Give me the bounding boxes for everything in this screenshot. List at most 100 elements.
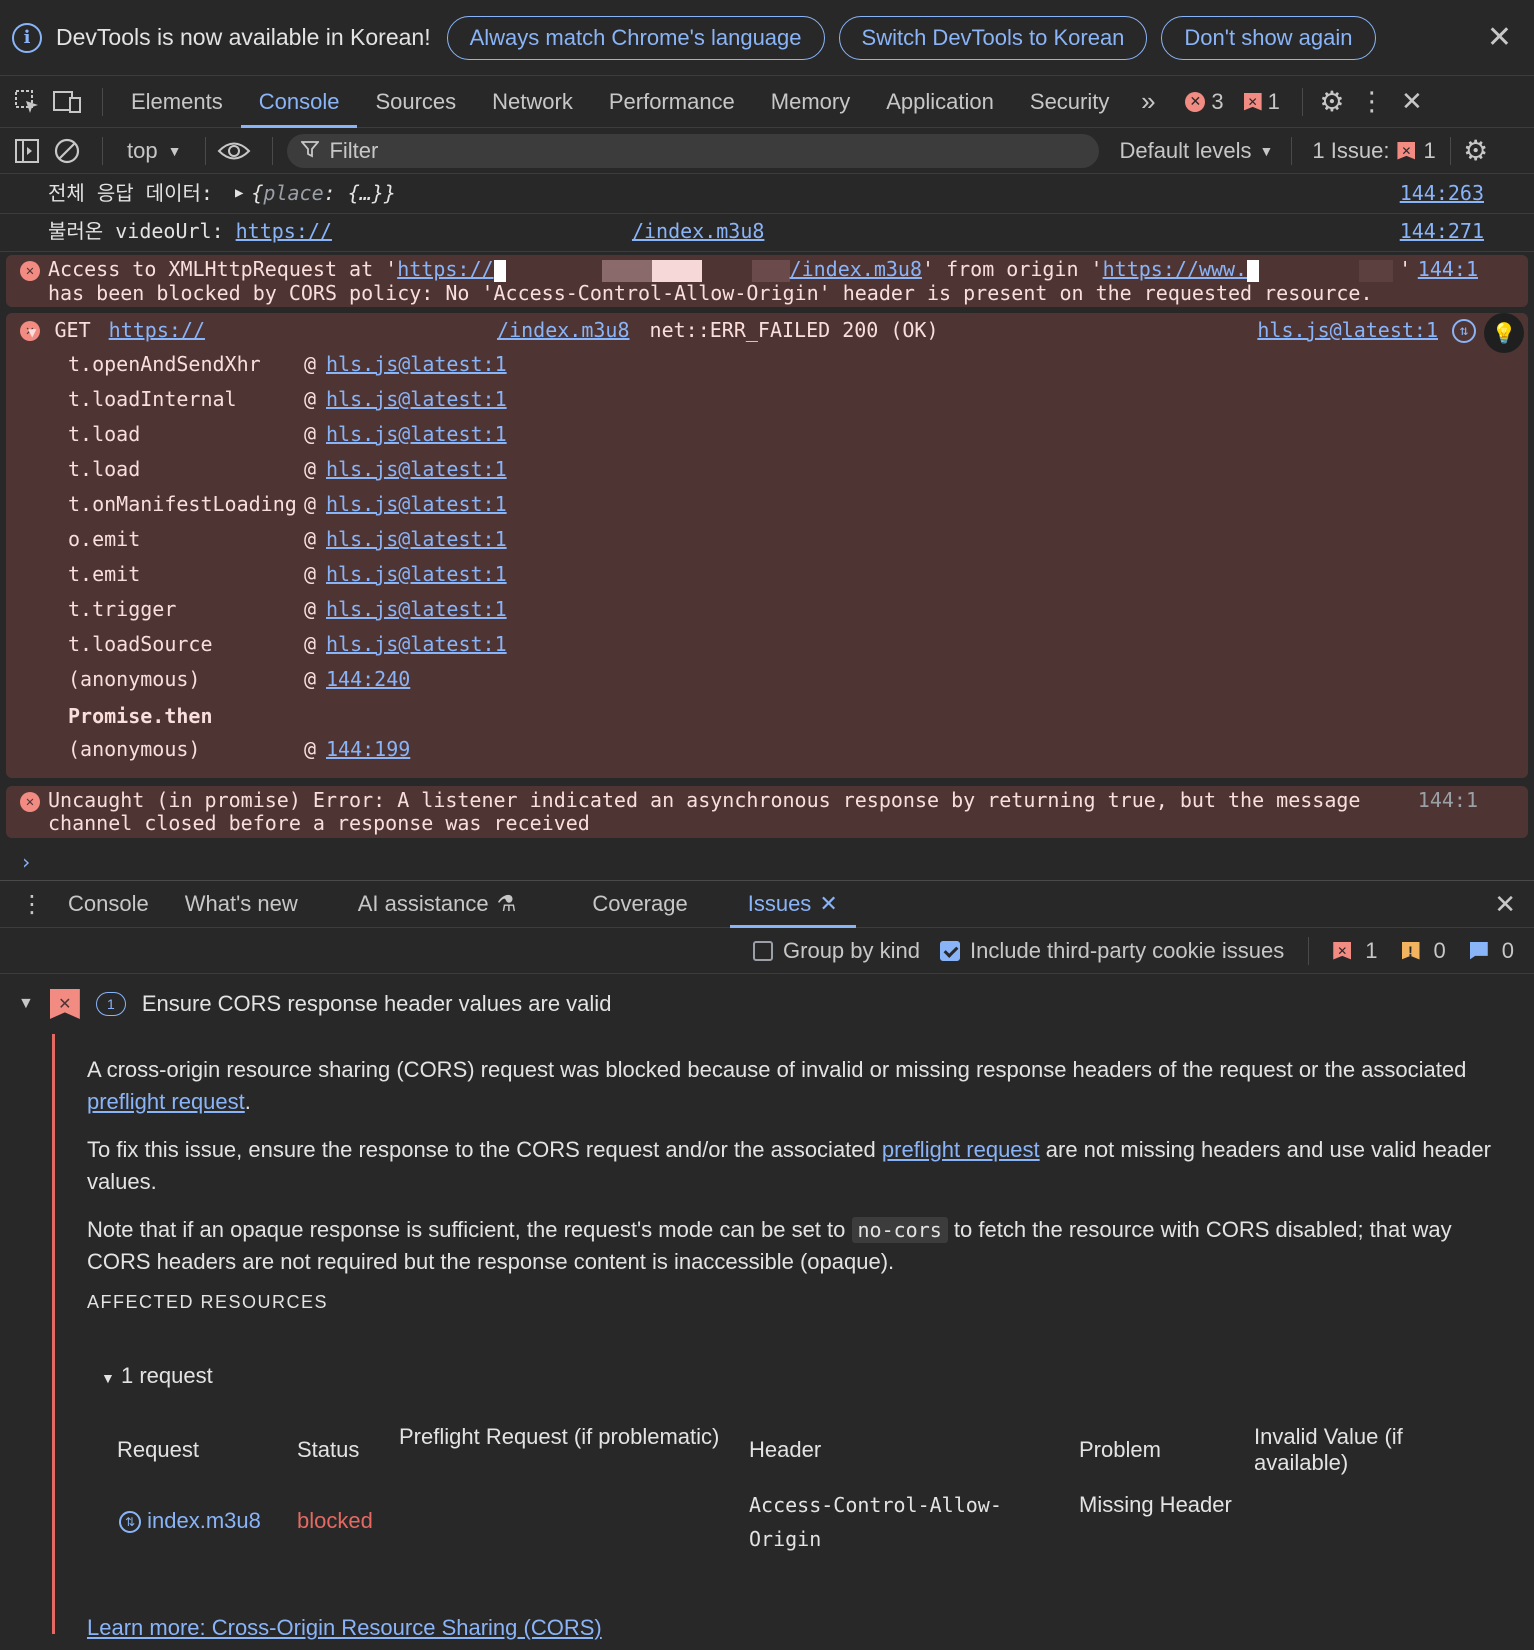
network-request-icon[interactable]: ⇅ — [1452, 319, 1476, 343]
cors-url-start[interactable]: https:// — [397, 257, 493, 281]
close-drawer-icon[interactable]: ✕ — [1494, 889, 1534, 920]
divider — [1291, 136, 1293, 165]
console-prompt[interactable]: › — [0, 838, 1534, 880]
sidebar-toggle-icon[interactable] — [12, 136, 42, 166]
main-tab-bar: Elements Console Sources Network Perform… — [0, 76, 1534, 128]
close-tab-icon[interactable]: ✕ — [819, 891, 837, 917]
tab-performance[interactable]: Performance — [591, 76, 753, 128]
checkbox-unchecked[interactable] — [753, 940, 774, 961]
source-link[interactable]: hls.js@latest:1 — [1257, 319, 1438, 342]
collapse-triangle-icon[interactable]: ▼ — [28, 325, 36, 341]
checkbox-checked[interactable] — [939, 940, 960, 961]
cors-origin[interactable]: https://www. — [1103, 257, 1248, 281]
object-preview[interactable]: {place: {…}} — [251, 182, 396, 207]
tab-memory[interactable]: Memory — [753, 76, 868, 128]
issue-counter[interactable]: ✕ 1 — [1243, 89, 1280, 115]
collapse-triangle-icon: ▼ — [101, 1370, 115, 1386]
switch-to-korean-button[interactable]: Switch DevTools to Korean — [838, 15, 1148, 60]
stack-location-link[interactable]: hls.js@latest:1 — [326, 633, 1480, 656]
tab-console[interactable]: Console — [240, 76, 358, 128]
group-by-kind-checkbox[interactable]: Group by kind — [753, 938, 920, 964]
settings-gear-icon[interactable]: ⚙ — [1317, 86, 1347, 117]
console-toolbar: top ▼ Filter Default levels ▼ 1 Issue: ✕… — [0, 128, 1534, 174]
inspect-element-icon[interactable] — [12, 87, 42, 117]
stack-location-link[interactable]: hls.js@latest:1 — [326, 563, 1480, 586]
filter-input[interactable]: Filter — [287, 133, 1100, 168]
stack-function: t.loadInternal — [68, 387, 237, 411]
preflight-request-link[interactable]: preflight request — [882, 1137, 1040, 1162]
col-problem: Problem — [1079, 1437, 1161, 1462]
stack-location-link[interactable]: 144:199 — [326, 738, 1480, 761]
learn-more-cors-link[interactable]: Learn more: Cross-Origin Resource Sharin… — [87, 1612, 1514, 1644]
log-levels-dropdown[interactable]: Default levels ▼ — [1119, 138, 1273, 164]
tab-sources[interactable]: Sources — [357, 76, 474, 128]
collapse-triangle-icon[interactable]: ▼ — [18, 995, 34, 1013]
stack-location-link[interactable]: hls.js@latest:1 — [326, 598, 1480, 621]
redacted-block — [651, 259, 702, 282]
issue-title: Ensure CORS response header values are v… — [141, 991, 612, 1016]
live-expression-eye-icon[interactable] — [216, 136, 252, 166]
redacted-block — [506, 260, 602, 282]
source-link[interactable]: 144:271 — [1400, 220, 1484, 243]
dont-show-again-button[interactable]: Don't show again — [1161, 15, 1376, 60]
group-by-kind-label: Group by kind — [783, 937, 920, 963]
at-symbol: @ — [304, 597, 317, 621]
tab-application[interactable]: Application — [868, 76, 1012, 128]
issues-link[interactable]: 1 Issue: ✕ 1 — [1312, 138, 1435, 164]
stack-location-link[interactable]: hls.js@latest:1 — [326, 388, 1480, 411]
source-text: 144:1 — [1417, 788, 1478, 812]
console-settings-gear-icon[interactable]: ⚙ — [1461, 135, 1491, 166]
issue-text: To fix this issue, ensure the response t… — [87, 1137, 882, 1162]
clear-console-icon[interactable] — [52, 136, 82, 166]
video-url-link-start[interactable]: https:// — [236, 220, 332, 245]
request-status: net::ERR_FAILED 200 (OK) — [649, 318, 939, 342]
issue-header[interactable]: ▼ ✕ 1 Ensure CORS response header values… — [0, 974, 1534, 1034]
stack-location-link[interactable]: hls.js@latest:1 — [326, 458, 1480, 481]
source-link[interactable]: 144:1 — [1418, 258, 1478, 281]
drawer-menu-icon[interactable]: ⋮ — [0, 890, 64, 919]
stack-location-link[interactable]: hls.js@latest:1 — [326, 528, 1480, 551]
video-url-link-end[interactable]: /index.m3u8 — [632, 220, 764, 245]
source-link[interactable]: 144:263 — [1400, 182, 1484, 205]
request-url-end[interactable]: /index.m3u8 — [497, 318, 629, 342]
stack-function: t.onManifestLoading — [68, 492, 297, 516]
tab-network[interactable]: Network — [474, 76, 591, 128]
requests-toggle[interactable]: ▼ 1 request — [101, 1360, 1514, 1394]
drawer-tab-whats-new[interactable]: What's new — [167, 880, 316, 928]
stack-location-link[interactable]: hls.js@latest:1 — [326, 353, 1480, 376]
redacted-block — [1247, 259, 1260, 282]
preflight-request-link[interactable]: preflight request — [87, 1089, 245, 1114]
close-devtools-icon[interactable]: ✕ — [1397, 86, 1427, 117]
dropdown-arrow-icon: ▼ — [167, 142, 182, 159]
request-url-start[interactable]: https:// — [109, 318, 205, 342]
stack-location-link[interactable]: hls.js@latest:1 — [326, 493, 1480, 516]
stack-location-link[interactable]: 144:240 — [326, 668, 1480, 691]
at-symbol: @ — [304, 387, 317, 411]
close-infobar-icon[interactable]: ✕ — [1487, 20, 1512, 55]
third-party-cookie-checkbox[interactable]: Include third-party cookie issues — [939, 938, 1284, 964]
drawer-tab-coverage[interactable]: Coverage — [574, 880, 705, 928]
kebab-menu-icon[interactable]: ⋮ — [1357, 86, 1387, 117]
issue-paragraph-2: To fix this issue, ensure the response t… — [87, 1134, 1514, 1198]
redacted-block — [751, 259, 790, 282]
insights-bulb-icon[interactable]: 💡 — [1484, 313, 1524, 353]
drawer-tab-ai-assistance[interactable]: AI assistance ⚗ — [340, 880, 535, 928]
more-tabs-chevron-icon[interactable]: » — [1133, 86, 1163, 117]
tab-security[interactable]: Security — [1012, 76, 1127, 128]
context-selector[interactable]: top ▼ — [113, 138, 195, 164]
device-toolbar-icon[interactable] — [52, 87, 82, 117]
cors-url-end[interactable]: /index.m3u8 — [790, 257, 922, 281]
expand-triangle-icon[interactable]: ▶ — [235, 182, 243, 207]
drawer-tab-console[interactable]: Console — [64, 880, 167, 928]
tab-elements[interactable]: Elements — [113, 76, 241, 128]
request-link[interactable]: index.m3u8 — [147, 1508, 261, 1533]
always-match-language-button[interactable]: Always match Chrome's language — [446, 15, 825, 60]
error-counter[interactable]: ✕ 3 — [1185, 89, 1224, 115]
request-cell[interactable]: ⇅ index.m3u8 — [117, 1488, 297, 1556]
stack-location-link[interactable]: hls.js@latest:1 — [326, 423, 1480, 446]
at-symbol: @ — [304, 562, 317, 586]
issue-text: A cross-origin resource sharing (CORS) r… — [87, 1057, 1467, 1082]
drawer-tab-bar: ⋮ Console What's new AI assistance ⚗ Cov… — [0, 880, 1534, 928]
issue-flag-icon: ✕ — [1397, 141, 1416, 160]
drawer-tab-issues[interactable]: Issues ✕ — [729, 880, 856, 928]
